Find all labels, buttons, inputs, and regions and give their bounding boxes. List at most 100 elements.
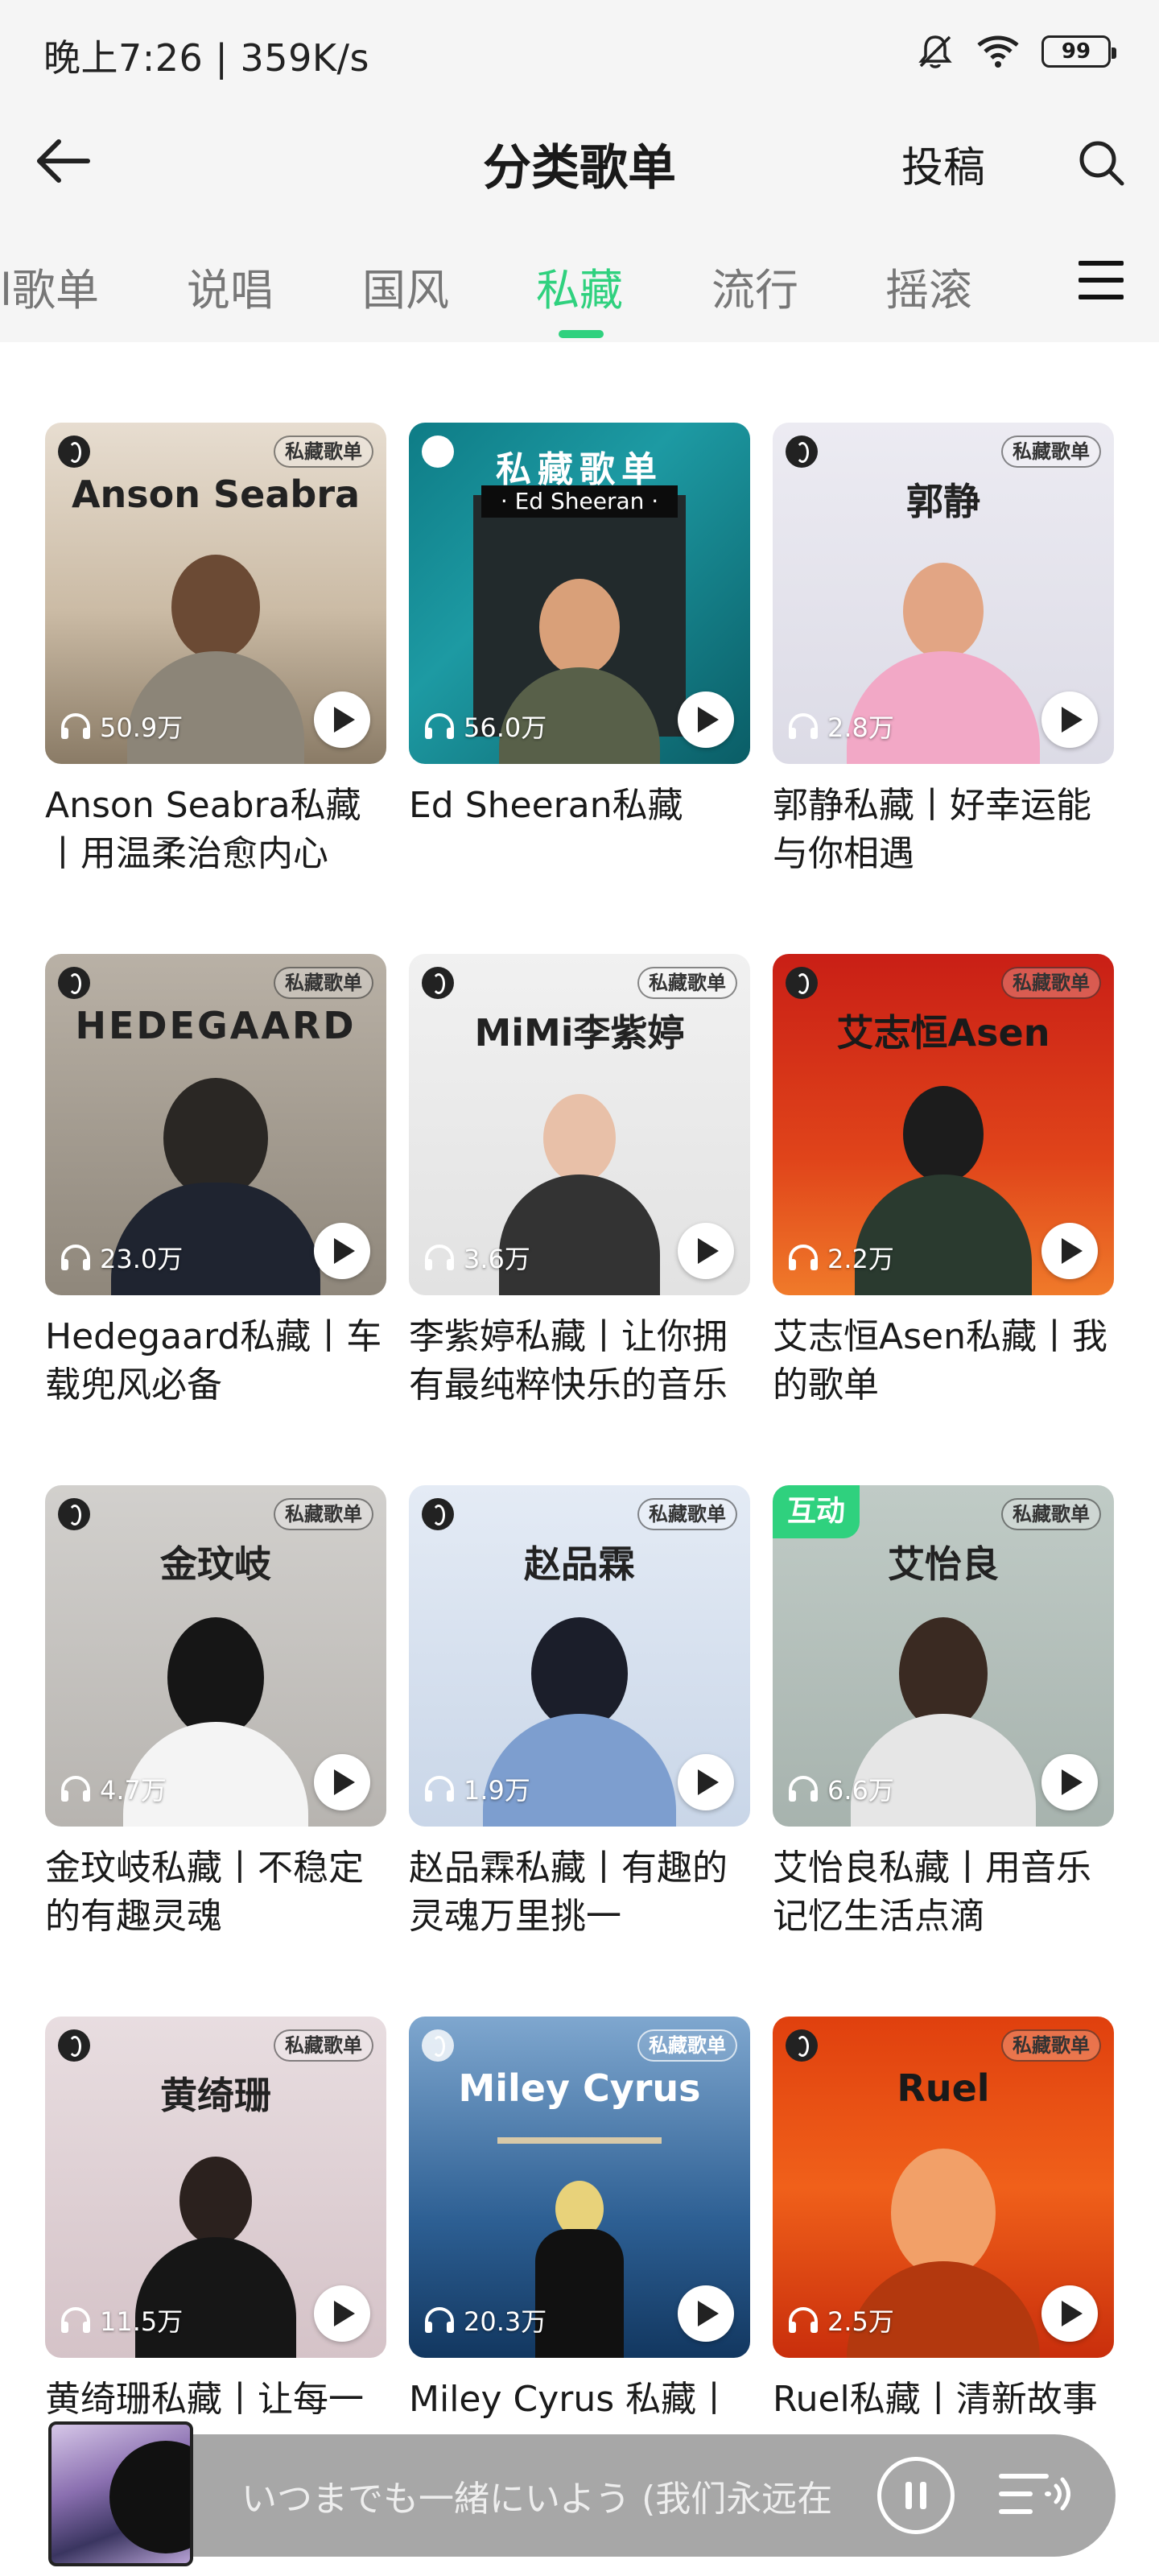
status-icons: 99 bbox=[916, 32, 1116, 71]
play-button[interactable] bbox=[1041, 1754, 1098, 1810]
playlist-card[interactable]: 私藏歌单 赵品霖 1.9万 赵品霖私藏丨有趣的灵魂万里挑一 bbox=[409, 1485, 750, 1941]
playlist-cover[interactable]: 私藏歌单 赵品霖 1.9万 bbox=[409, 1485, 750, 1827]
playlist-title[interactable]: 艾怡良私藏丨用音乐记忆生活点滴 bbox=[773, 1844, 1114, 1941]
playlist-card[interactable]: 私藏歌单 MiMi李紫婷 3.6万 李紫婷私藏丨让你拥有最纯粹快乐的音乐 bbox=[409, 954, 750, 1410]
playlist-cover[interactable]: 私藏歌单 Miley Cyrus 20.3万 bbox=[409, 2017, 750, 2358]
playlist-card[interactable]: 私藏歌单 Ruel 2.5万 Ruel私藏丨清新故事 bbox=[773, 2017, 1114, 2424]
playlist-title[interactable]: 赵品霖私藏丨有趣的灵魂万里挑一 bbox=[409, 1844, 750, 1941]
cover-artist-name: MiMi李紫婷 bbox=[474, 1011, 685, 1055]
header: 分类歌单 投稿 bbox=[0, 105, 1159, 217]
headphone-icon bbox=[425, 1244, 454, 1270]
mute-bell-icon bbox=[918, 35, 952, 68]
playlist-title[interactable]: 郭静私藏丨好幸运能与你相遇 bbox=[773, 782, 1114, 878]
play-count-value: 2.5万 bbox=[827, 2306, 894, 2337]
headphone-icon bbox=[61, 712, 90, 739]
headphone-icon bbox=[789, 1775, 818, 1802]
mini-player[interactable]: いつまでも一緒にいよう (我们永远在 bbox=[48, 2421, 1116, 2566]
music-app-logo-icon bbox=[422, 967, 454, 999]
private-playlist-tag: 私藏歌单 bbox=[1001, 1498, 1101, 1530]
playlist-cover[interactable]: 私藏歌单 HEDEGAARD 23.0万 bbox=[45, 954, 386, 1295]
playlist-card[interactable]: 私藏歌单 HEDEGAARD 23.0万 Hedegaard私藏丨车载兜风必备 bbox=[45, 954, 386, 1410]
playlist-cover[interactable]: 私藏歌单 黄绮珊 11.5万 bbox=[45, 2017, 386, 2358]
playlist-card[interactable]: 私藏歌单 金玟岐 4.7万 金玟岐私藏丨不稳定的有趣灵魂 bbox=[45, 1485, 386, 1941]
play-button[interactable] bbox=[678, 1223, 734, 1279]
cover-artist-name: 艾怡良 bbox=[888, 1542, 999, 1586]
playlist-cover[interactable]: 私藏歌单 郭静 2.8万 bbox=[773, 423, 1114, 764]
now-playing-title[interactable]: いつまでも一緒にいよう (我们永远在 bbox=[241, 2470, 832, 2521]
battery-icon: 99 bbox=[1041, 35, 1116, 68]
playlist-card[interactable]: 私藏歌单 Anson Seabra 50.9万 Anson Seabra私藏丨用… bbox=[45, 423, 386, 878]
play-button[interactable] bbox=[1041, 691, 1098, 748]
status-time-speed: 晚上7:26 | 359K/s bbox=[43, 36, 369, 80]
playlist-title[interactable]: 艾志恒Asen私藏丨我的歌单 bbox=[773, 1313, 1114, 1410]
tab-private[interactable]: 私藏 bbox=[536, 254, 623, 318]
tab-pop[interactable]: 流行 bbox=[711, 254, 798, 318]
now-playing-cover[interactable] bbox=[48, 2421, 193, 2566]
playlist-cover[interactable]: 互动 私藏歌单 艾怡良 6.6万 bbox=[773, 1485, 1114, 1827]
tab-guofeng[interactable]: 国风 bbox=[362, 254, 449, 318]
playlist-card[interactable]: 私藏歌单 艾志恒Asen 2.2万 艾志恒Asen私藏丨我的歌单 bbox=[773, 954, 1114, 1410]
play-count-value: 20.3万 bbox=[464, 2306, 547, 2337]
playlist-cover[interactable]: 私藏歌单 · Ed Sheeran · 56.0万 bbox=[409, 423, 750, 764]
playlist-cover[interactable]: 私藏歌单 Ruel 2.5万 bbox=[773, 2017, 1114, 2358]
playlist-title[interactable]: 李紫婷私藏丨让你拥有最纯粹快乐的音乐 bbox=[409, 1313, 750, 1410]
playlist-card[interactable]: 私藏歌单 Miley Cyrus 20.3万 Miley Cyrus 私藏丨 bbox=[409, 2017, 750, 2424]
play-count: 6.6万 bbox=[787, 1770, 894, 1807]
status-bar: 晚上7:26 | 359K/s 99 bbox=[0, 0, 1159, 105]
play-count: 3.6万 bbox=[423, 1239, 530, 1276]
pause-icon[interactable] bbox=[877, 2457, 955, 2534]
play-count-value: 56.0万 bbox=[464, 712, 547, 743]
play-count-value: 23.0万 bbox=[100, 1244, 184, 1274]
music-app-logo-icon bbox=[58, 2029, 90, 2062]
play-button[interactable] bbox=[678, 1754, 734, 1810]
cover-artist-name: Anson Seabra bbox=[71, 473, 361, 516]
play-count: 4.7万 bbox=[60, 1770, 167, 1807]
tab-rock[interactable]: 摇滚 bbox=[885, 254, 972, 318]
play-button[interactable] bbox=[1041, 1223, 1098, 1279]
playlist-title[interactable]: 黄绮珊私藏丨让每一 bbox=[45, 2376, 386, 2424]
private-playlist-tag: 私藏歌单 bbox=[1001, 967, 1101, 999]
playlist-card[interactable]: 互动 私藏歌单 艾怡良 6.6万 艾怡良私藏丨用音乐记忆生活点滴 bbox=[773, 1485, 1114, 1941]
playlist-queue-icon[interactable] bbox=[998, 2467, 1070, 2523]
playlist-card[interactable]: 私藏歌单 · Ed Sheeran · 56.0万 Ed Sheeran私藏 bbox=[409, 423, 750, 830]
playlist-title[interactable]: Miley Cyrus 私藏丨 bbox=[409, 2376, 750, 2424]
play-button[interactable] bbox=[314, 1754, 370, 1810]
private-playlist-tag: 私藏歌单 bbox=[274, 967, 373, 999]
playlist-title[interactable]: 金玟岐私藏丨不稳定的有趣灵魂 bbox=[45, 1844, 386, 1941]
play-button[interactable] bbox=[678, 691, 734, 748]
private-playlist-tag: 私藏歌单 bbox=[274, 1498, 373, 1530]
menu-icon[interactable] bbox=[1079, 259, 1124, 301]
play-button[interactable] bbox=[314, 2285, 370, 2342]
playlist-cover[interactable]: 私藏歌单 金玟岐 4.7万 bbox=[45, 1485, 386, 1827]
playlist-cover[interactable]: 私藏歌单 艾志恒Asen 2.2万 bbox=[773, 954, 1114, 1295]
tab-rap[interactable]: 说唱 bbox=[187, 254, 274, 318]
play-count-value: 3.6万 bbox=[464, 1244, 530, 1274]
playlist-card[interactable]: 私藏歌单 郭静 2.8万 郭静私藏丨好幸运能与你相遇 bbox=[773, 423, 1114, 878]
cover-artist-name: HEDEGAARD bbox=[75, 1004, 357, 1047]
music-app-logo-icon bbox=[786, 436, 818, 468]
play-button[interactable] bbox=[678, 2285, 734, 2342]
cover-title: 私藏歌单 bbox=[496, 449, 663, 490]
play-count: 56.0万 bbox=[423, 708, 547, 745]
playlist-title[interactable]: Hedegaard私藏丨车载兜风必备 bbox=[45, 1313, 386, 1410]
private-playlist-tag: 私藏歌单 bbox=[637, 2029, 737, 2062]
play-button[interactable] bbox=[1041, 2285, 1098, 2342]
music-app-logo-icon bbox=[58, 1498, 90, 1530]
play-count-value: 4.7万 bbox=[100, 1775, 167, 1806]
submit-button[interactable]: 投稿 bbox=[901, 134, 985, 194]
private-playlist-tag: 私藏歌单 bbox=[274, 436, 373, 468]
private-playlist-tag: 私藏歌单 bbox=[274, 2029, 373, 2062]
playlist-card[interactable]: 私藏歌单 黄绮珊 11.5万 黄绮珊私藏丨让每一 bbox=[45, 2017, 386, 2424]
play-button[interactable] bbox=[314, 1223, 370, 1279]
music-app-logo-icon bbox=[58, 967, 90, 999]
private-playlist-tag: 私藏歌单 bbox=[637, 967, 737, 999]
tab-playlist[interactable]: l歌单 bbox=[0, 254, 99, 318]
playlist-title[interactable]: Anson Seabra私藏丨用温柔治愈内心 bbox=[45, 782, 386, 878]
playlist-cover[interactable]: 私藏歌单 Anson Seabra 50.9万 bbox=[45, 423, 386, 764]
search-icon[interactable] bbox=[1075, 137, 1127, 188]
play-count: 11.5万 bbox=[60, 2301, 183, 2339]
playlist-title[interactable]: Ruel私藏丨清新故事 bbox=[773, 2376, 1114, 2424]
play-button[interactable] bbox=[314, 691, 370, 748]
playlist-cover[interactable]: 私藏歌单 MiMi李紫婷 3.6万 bbox=[409, 954, 750, 1295]
playlist-title[interactable]: Ed Sheeran私藏 bbox=[409, 782, 750, 830]
